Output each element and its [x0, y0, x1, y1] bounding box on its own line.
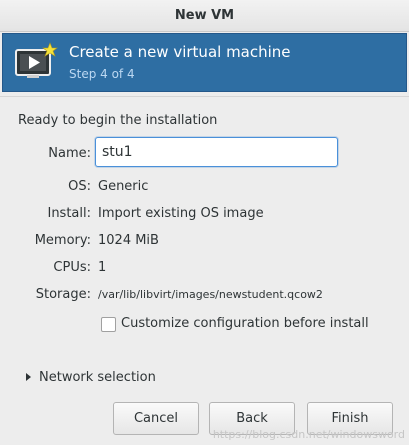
watermark: https://blog.csdn.net/windowsword: [212, 428, 405, 441]
banner-step: Step 4 of 4: [69, 67, 135, 81]
cancel-button[interactable]: Cancel: [113, 402, 199, 435]
install-label: Install:: [47, 206, 91, 221]
os-label: OS:: [68, 179, 91, 194]
wizard-banner: Create a new virtual machine Step 4 of 4: [2, 33, 407, 92]
storage-label: Storage:: [35, 287, 91, 302]
name-input[interactable]: [95, 137, 338, 167]
storage-value: /var/lib/libvirt/images/newstudent.qcow2: [98, 288, 323, 301]
window-title: New VM: [0, 0, 409, 32]
install-value: Import existing OS image: [98, 206, 264, 221]
expander-arrow-icon[interactable]: [26, 373, 31, 381]
memory-value: 1024 MiB: [98, 233, 159, 248]
network-selection-expander[interactable]: Network selection: [39, 370, 156, 385]
cpus-label: CPUs:: [53, 260, 91, 275]
memory-label: Memory:: [34, 233, 91, 248]
os-value: Generic: [98, 179, 149, 194]
banner-title: Create a new virtual machine: [69, 43, 291, 61]
page-heading: Ready to begin the installation: [18, 113, 218, 128]
customize-checkbox[interactable]: [101, 317, 116, 332]
customize-label[interactable]: Customize configuration before install: [121, 316, 369, 331]
vm-monitor-icon: [15, 42, 58, 78]
divider: [0, 96, 409, 97]
cpus-value: 1: [98, 260, 107, 275]
name-label: Name:: [48, 146, 91, 161]
